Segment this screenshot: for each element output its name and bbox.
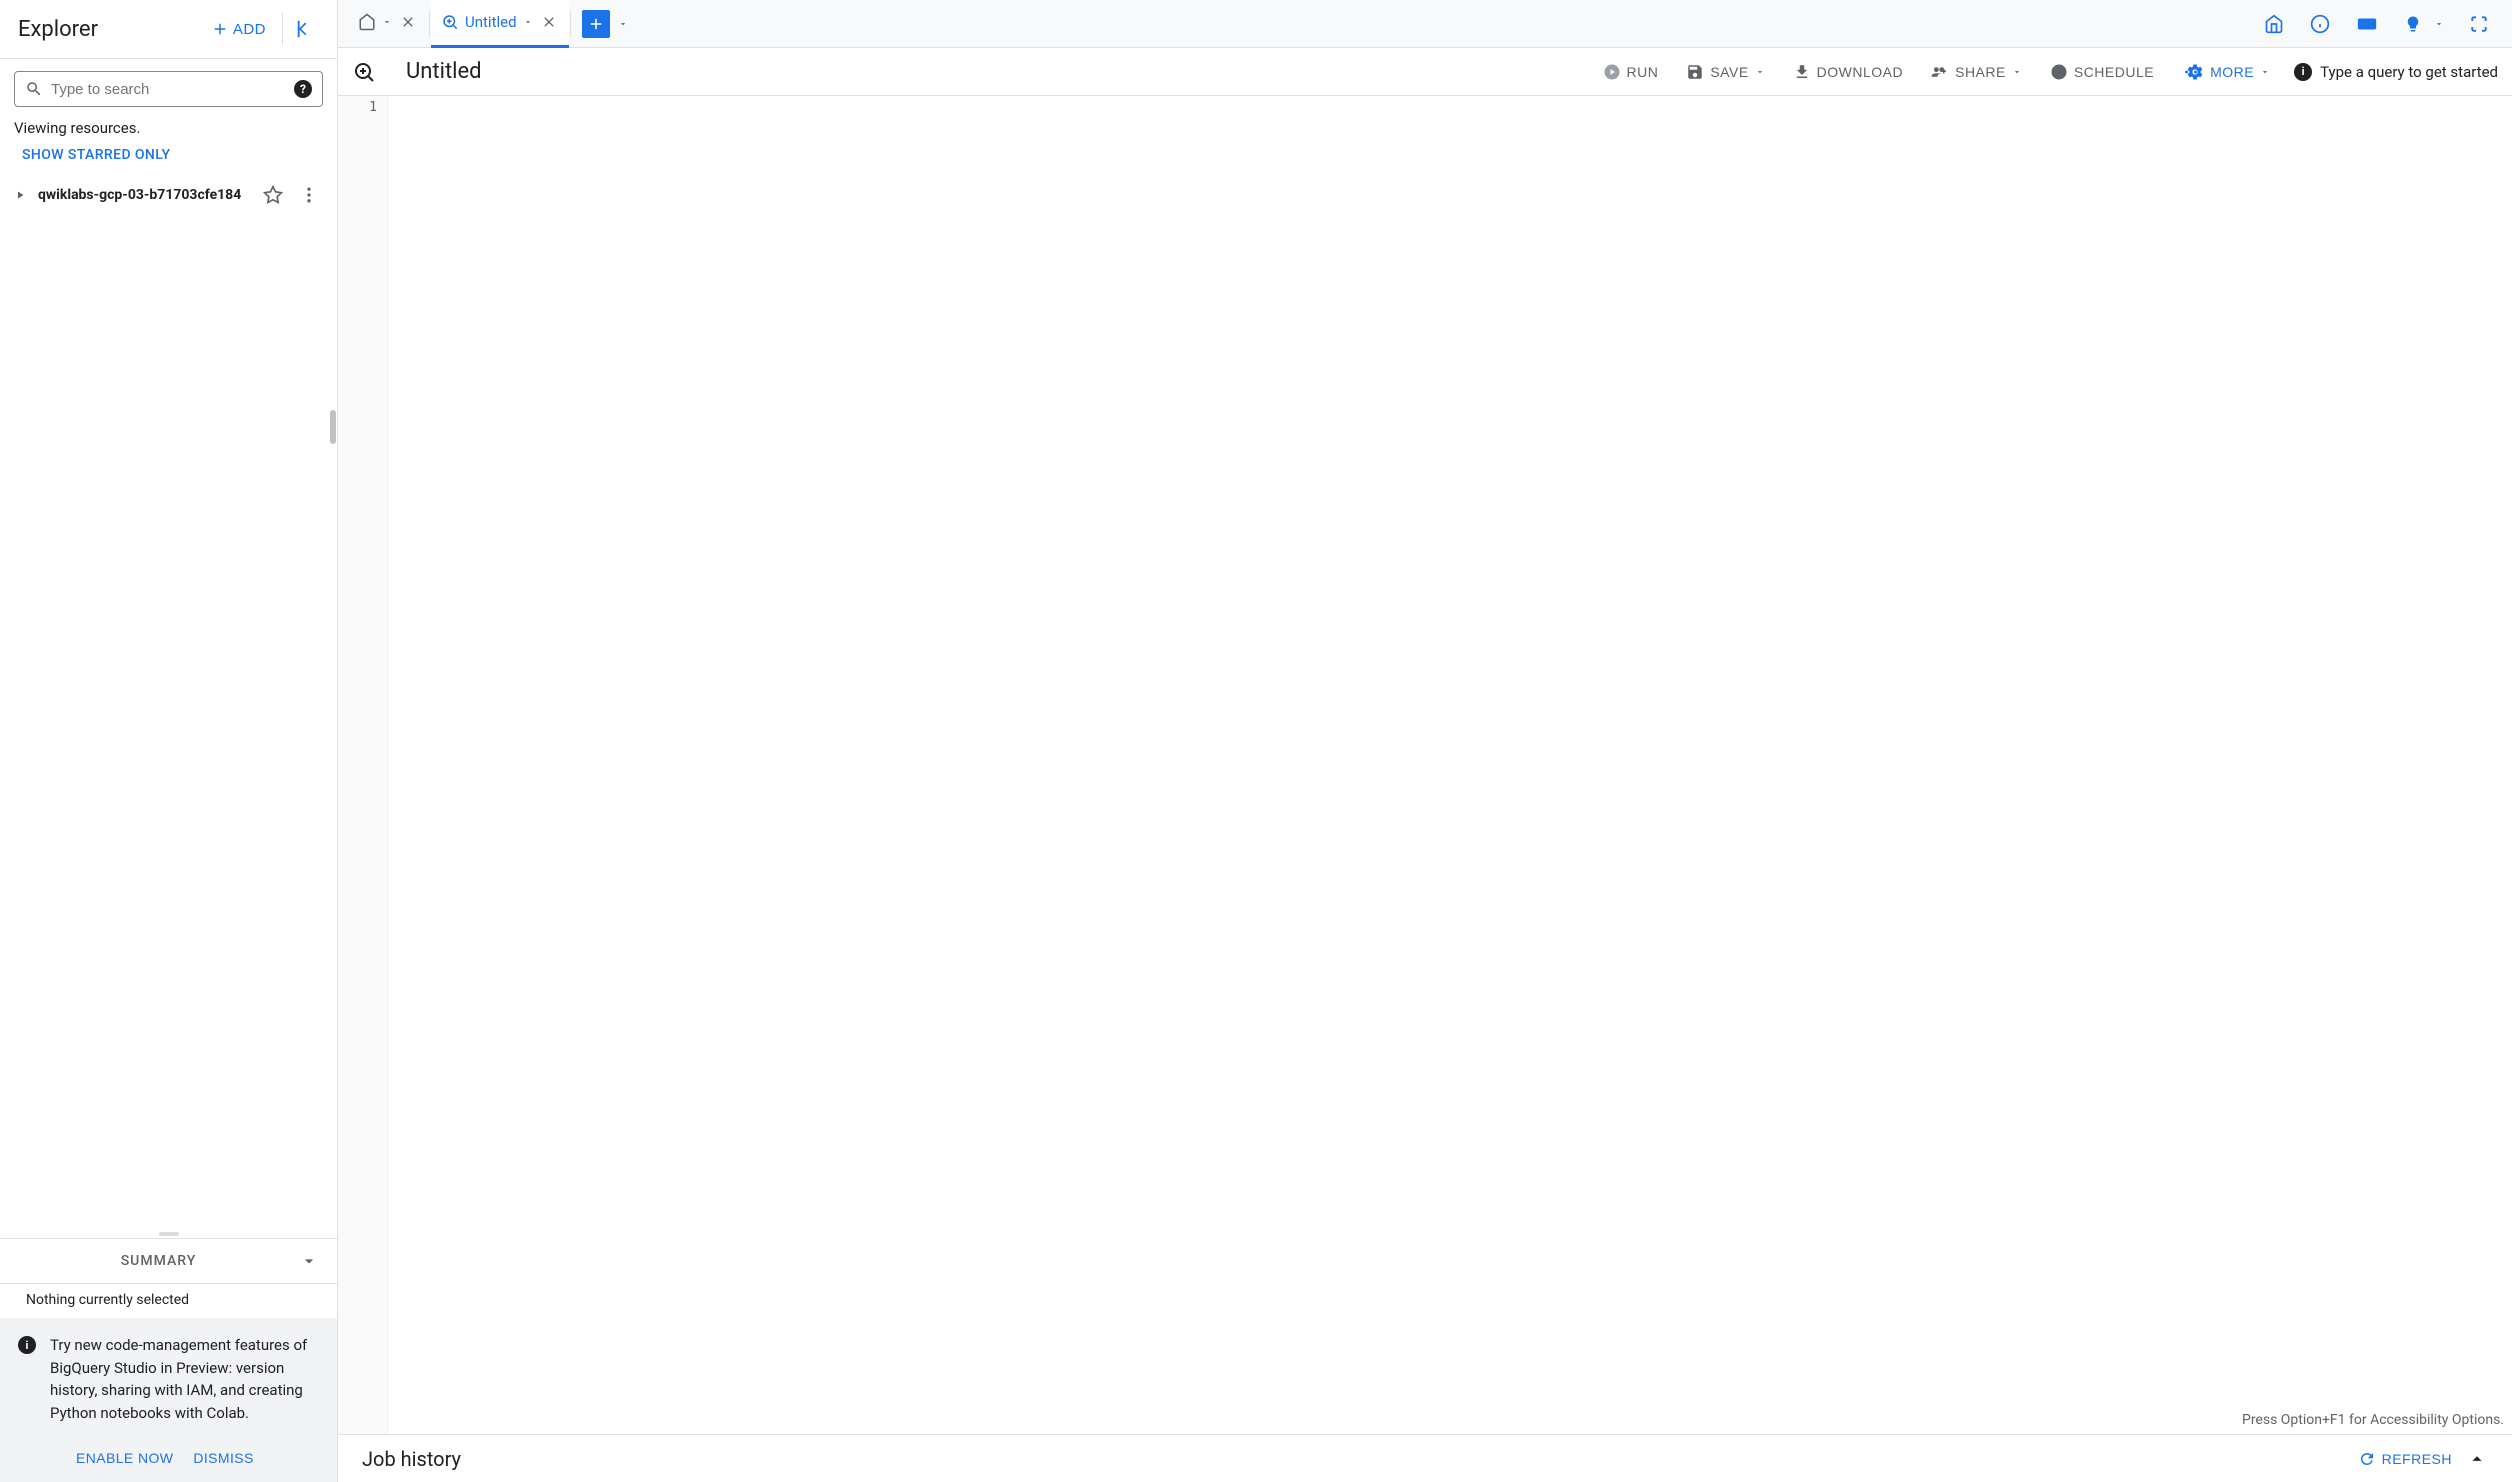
tab-label: Untitled [465, 13, 517, 31]
scrollbar[interactable] [330, 410, 336, 444]
search-icon [25, 80, 43, 98]
share-button[interactable]: SHARE [1927, 57, 2026, 87]
tab-separator [429, 10, 430, 38]
project-tree-item[interactable]: qwiklabs-gcp-03-b71703cfe184 [8, 175, 329, 215]
accessibility-hint: Press Option+F1 for Accessibility Option… [2242, 1412, 2504, 1428]
main-area: Untitled [338, 0, 2512, 1482]
enable-now-button[interactable]: ENABLE NOW [76, 1450, 173, 1466]
search-input[interactable] [51, 81, 286, 98]
summary-header[interactable]: SUMMARY [0, 1239, 337, 1283]
download-button[interactable]: DOWNLOAD [1789, 57, 1907, 87]
divider [282, 13, 283, 45]
untitled-tab[interactable]: Untitled [431, 0, 569, 48]
chevron-down-icon [299, 1251, 319, 1271]
editor-body[interactable] [388, 96, 2512, 1434]
star-button[interactable] [259, 181, 287, 209]
collapse-sidebar-button[interactable] [289, 12, 323, 46]
new-tab-button[interactable] [582, 10, 610, 38]
fullscreen-button[interactable] [2464, 9, 2494, 39]
info-icon: i [2294, 63, 2312, 81]
summary-header-label: SUMMARY [18, 1253, 299, 1269]
close-tab-icon[interactable] [539, 12, 559, 32]
info-icon: i [18, 1336, 36, 1354]
home-tab[interactable] [344, 0, 428, 48]
explorer-sidebar: Explorer ADD ? Viewing resources. SHOW S… [0, 0, 338, 1482]
more-button[interactable]: MORE [2178, 57, 2274, 87]
tab-bar-right [2258, 7, 2506, 41]
info-banner-text: Try new code-management features of BigQ… [50, 1334, 319, 1424]
refresh-button[interactable]: REFRESH [2358, 1450, 2452, 1468]
query-editor[interactable]: 1 Press Option+F1 for Accessibility Opti… [338, 96, 2512, 1434]
tab-separator [570, 10, 571, 38]
tab-dropdown-icon[interactable] [523, 17, 533, 27]
job-history-title: Job history [362, 1447, 461, 1471]
info-button[interactable] [2304, 8, 2336, 40]
home-icon [358, 13, 376, 31]
chevron-down-icon [2012, 67, 2022, 77]
summary-empty-text: Nothing currently selected [0, 1283, 337, 1318]
expand-arrow-icon[interactable] [14, 189, 30, 201]
add-button-label: ADD [233, 21, 266, 38]
viewing-resources-label: Viewing resources. [0, 115, 337, 141]
sidebar-header: Explorer ADD [0, 0, 337, 59]
query-toolbar: Untitled RUN SAVE DOWNLOAD SHARE [338, 48, 2512, 96]
banner-actions: ENABLE NOW DISMISS [0, 1440, 337, 1482]
explorer-title: Explorer [18, 17, 98, 42]
run-button[interactable]: RUN [1599, 57, 1663, 87]
drag-handle[interactable] [0, 1230, 337, 1238]
tab-dropdown-icon[interactable] [382, 17, 392, 27]
expand-job-history-button[interactable] [2466, 1448, 2488, 1470]
lightbulb-dropdown[interactable] [2428, 13, 2450, 35]
home-shortcut-button[interactable] [2258, 8, 2290, 40]
show-starred-button[interactable]: SHOW STARRED ONLY [0, 141, 337, 173]
new-tab-dropdown[interactable] [610, 19, 636, 29]
chevron-down-icon [2260, 67, 2270, 77]
resource-tree: qwiklabs-gcp-03-b71703cfe184 [0, 173, 337, 1230]
line-number: 1 [348, 100, 377, 115]
keyboard-button[interactable] [2350, 7, 2384, 41]
lightbulb-button[interactable] [2398, 9, 2428, 39]
line-gutter: 1 [338, 96, 388, 1434]
query-magnify-icon [352, 60, 376, 84]
tab-bar: Untitled [338, 0, 2512, 48]
save-button[interactable]: SAVE [1682, 57, 1768, 87]
schedule-button[interactable]: SCHEDULE [2046, 57, 2158, 87]
chevron-down-icon [1755, 67, 1765, 77]
search-help-icon[interactable]: ? [294, 80, 312, 98]
dismiss-button[interactable]: DISMISS [193, 1450, 253, 1466]
summary-section: SUMMARY Nothing currently selected i Try… [0, 1238, 337, 1482]
add-button[interactable]: ADD [201, 14, 276, 44]
close-tab-icon[interactable] [398, 12, 418, 32]
project-name-label: qwiklabs-gcp-03-b71703cfe184 [38, 187, 251, 203]
job-history-panel: Job history REFRESH [338, 1434, 2512, 1482]
query-icon [441, 13, 459, 31]
search-wrapper: ? [0, 59, 337, 115]
search-box[interactable]: ? [14, 71, 323, 107]
kebab-menu-button[interactable] [295, 181, 323, 209]
query-title: Untitled [406, 59, 482, 84]
info-banner: i Try new code-management features of Bi… [0, 1318, 337, 1440]
query-hint: i Type a query to get started [2294, 63, 2498, 81]
